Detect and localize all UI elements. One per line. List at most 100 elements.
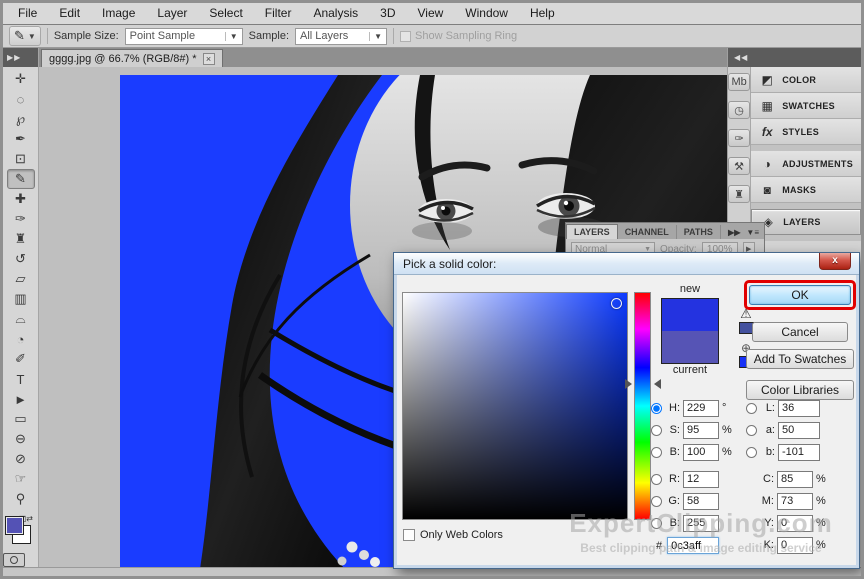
- ok-highlight-annotation: OK: [744, 280, 856, 310]
- tab-layers[interactable]: LAYERS: [566, 224, 618, 239]
- panel-label: STYLES: [782, 127, 819, 137]
- panel-button-swatches[interactable]: ▦ SWATCHES: [751, 93, 861, 119]
- lab-l-input[interactable]: [778, 400, 820, 417]
- red-radio[interactable]: [651, 474, 662, 485]
- menu-item[interactable]: Analysis: [302, 3, 369, 24]
- tab-paths[interactable]: PATHS: [677, 225, 721, 239]
- history-icon[interactable]: ◷: [728, 101, 750, 119]
- clone-stamp-tool[interactable]: ♜: [7, 229, 35, 249]
- type-tool[interactable]: T: [7, 369, 35, 389]
- menu-item[interactable]: Select: [198, 3, 253, 24]
- color-field-marker-icon[interactable]: [611, 298, 622, 309]
- current-color-swatch[interactable]: [662, 331, 718, 363]
- panel-button-layers[interactable]: ◈ LAYERS: [751, 209, 861, 235]
- panel-button-color[interactable]: ◩ COLOR: [751, 67, 861, 93]
- hue-slider-left-arrow-icon[interactable]: [625, 379, 632, 389]
- magenta-input[interactable]: [777, 493, 813, 510]
- orbit-3d-tool[interactable]: ⊘: [7, 449, 35, 469]
- menu-item[interactable]: Image: [91, 3, 146, 24]
- crop-tool[interactable]: ⊡: [7, 149, 35, 169]
- pen-tool[interactable]: ✐: [7, 349, 35, 369]
- saturation-input[interactable]: [683, 422, 719, 439]
- dock-collapse-button[interactable]: ◀◀: [728, 48, 861, 67]
- menu-item[interactable]: View: [406, 3, 454, 24]
- document-tab[interactable]: gggg.jpg @ 66.7% (RGB/8#) * ×: [41, 49, 223, 67]
- foreground-color-swatch[interactable]: [5, 516, 24, 535]
- blue-radio[interactable]: [651, 518, 662, 529]
- hex-input[interactable]: [667, 537, 719, 554]
- menu-bar: FileEditImageLayerSelectFilterAnalysis3D…: [3, 3, 861, 25]
- cancel-button[interactable]: Cancel: [752, 322, 848, 342]
- dialog-title-bar[interactable]: Pick a solid color: x: [394, 253, 859, 275]
- history-brush-tool[interactable]: ↺: [7, 249, 35, 269]
- current-tool-badge[interactable]: ✎ ▼: [9, 26, 41, 46]
- eyedropper-tool[interactable]: ✎: [7, 169, 35, 189]
- panel-button-styles[interactable]: fx STYLES: [751, 119, 861, 145]
- brightness-radio[interactable]: [651, 447, 662, 458]
- field-unit: %: [722, 424, 734, 436]
- panel-menu-icon[interactable]: ▼≡: [746, 228, 759, 237]
- lab-b-input[interactable]: [778, 444, 820, 461]
- lab-a-input[interactable]: [778, 422, 820, 439]
- clone-source-icon[interactable]: ♜: [728, 185, 750, 203]
- hue-slider[interactable]: [634, 292, 651, 520]
- brightness-input[interactable]: [683, 444, 719, 461]
- only-web-colors-checkbox[interactable]: Only Web Colors: [403, 529, 503, 541]
- menu-item[interactable]: Filter: [254, 3, 303, 24]
- menu-item[interactable]: Help: [519, 3, 566, 24]
- saturation-radio[interactable]: [651, 425, 662, 436]
- eraser-tool[interactable]: ▱: [7, 269, 35, 289]
- hand-tool[interactable]: ☞: [7, 469, 35, 489]
- green-radio[interactable]: [651, 496, 662, 507]
- brushes-icon[interactable]: ✑: [728, 129, 750, 147]
- panel-collapse-icon[interactable]: ▶▶: [728, 228, 740, 237]
- menu-item[interactable]: 3D: [369, 3, 406, 24]
- mini-bridge-icon[interactable]: Mb: [728, 73, 750, 91]
- dodge-tool[interactable]: ◔: [7, 329, 35, 349]
- cyan-input[interactable]: [777, 471, 813, 488]
- quick-selection-tool[interactable]: ✒: [7, 129, 35, 149]
- zoom-tool[interactable]: ⚲: [7, 489, 35, 509]
- marquee-tool[interactable]: ◌: [7, 89, 35, 109]
- close-tab-icon[interactable]: ×: [203, 53, 215, 65]
- quick-mask-button[interactable]: [3, 553, 25, 567]
- menu-item[interactable]: Edit: [48, 3, 91, 24]
- shape-tool[interactable]: ▭: [7, 409, 35, 429]
- lab-a-radio[interactable]: [746, 425, 757, 436]
- ok-button[interactable]: OK: [749, 285, 851, 305]
- add-to-swatches-button[interactable]: Add To Swatches: [746, 349, 854, 369]
- panel-button-masks[interactable]: ◙ MASKS: [751, 177, 861, 203]
- hue-radio[interactable]: [651, 403, 662, 414]
- blue-input[interactable]: [683, 515, 719, 532]
- saturation-brightness-field[interactable]: [402, 292, 628, 520]
- red-input[interactable]: [683, 471, 719, 488]
- toolbar-collapse-button[interactable]: ▶▶: [3, 48, 38, 67]
- tab-channels[interactable]: CHANNEL: [618, 225, 677, 239]
- menu-item[interactable]: Window: [454, 3, 519, 24]
- menu-item[interactable]: File: [7, 3, 48, 24]
- black-input[interactable]: [777, 537, 813, 554]
- yellow-input[interactable]: [777, 515, 813, 532]
- panel-button-adjustments[interactable]: ◑ ADJUSTMENTS: [751, 151, 861, 177]
- brush-tool[interactable]: ✑: [7, 209, 35, 229]
- healing-brush-tool[interactable]: ✚: [7, 189, 35, 209]
- rotate-3d-tool[interactable]: ⊖: [7, 429, 35, 449]
- close-dialog-button[interactable]: x: [819, 253, 851, 270]
- menu-item[interactable]: Layer: [146, 3, 198, 24]
- current-color-label: current: [660, 364, 720, 376]
- lab-b-radio[interactable]: [746, 447, 757, 458]
- sample-size-select[interactable]: Point Sample ▼: [125, 28, 243, 45]
- hue-slider-right-arrow-icon[interactable]: [654, 379, 661, 389]
- tool-presets-icon[interactable]: ⚒: [728, 157, 750, 175]
- green-input[interactable]: [683, 493, 719, 510]
- blur-tool[interactable]: ⌓: [7, 309, 35, 329]
- gradient-tool[interactable]: ▥: [7, 289, 35, 309]
- lasso-tool[interactable]: ℘: [7, 109, 35, 129]
- lab-l-radio[interactable]: [746, 403, 757, 414]
- toolbar: ✛ ◌ ℘ ✒ ⊡ ✎ ✚ ✑ ♜ ↺: [3, 67, 38, 512]
- path-selection-tool[interactable]: ►: [7, 389, 35, 409]
- sample-select[interactable]: All Layers ▼: [295, 28, 387, 45]
- eraser-tool-icon: ▱: [16, 271, 26, 287]
- hue-input[interactable]: [683, 400, 719, 417]
- move-tool[interactable]: ✛: [7, 69, 35, 89]
